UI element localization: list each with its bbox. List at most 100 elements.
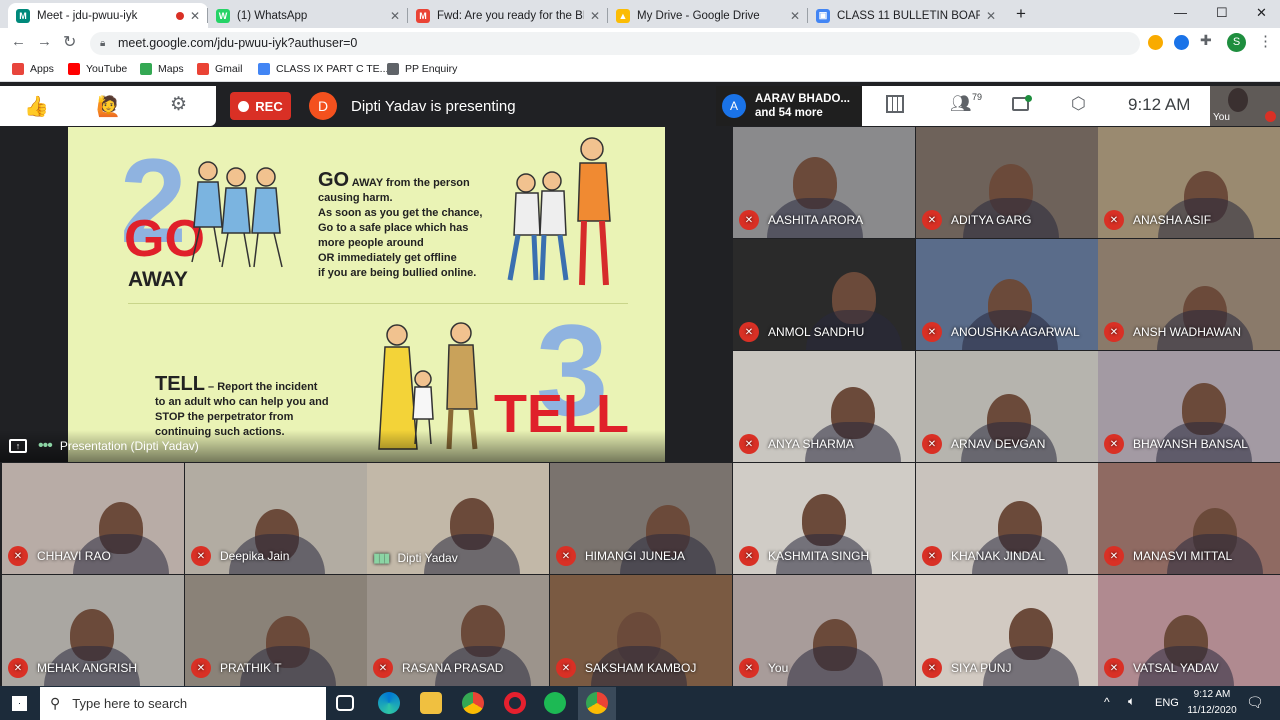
- tab-close-icon[interactable]: ✕: [390, 9, 400, 23]
- presenter-avatar: D: [309, 92, 337, 120]
- participant-name: VATSAL YADAV: [1133, 661, 1219, 675]
- bookmark-item[interactable]: CLASS IX PART C TE...: [258, 63, 388, 75]
- people-icon[interactable]: 👥︎: [950, 94, 972, 114]
- participant-tile[interactable]: ✕ PRATHIK T: [185, 575, 367, 686]
- lock-icon: 🔒︎: [100, 38, 106, 49]
- volume-icon[interactable]: 🔈︎: [1128, 694, 1135, 709]
- present-screen-icon[interactable]: ↑: [9, 439, 27, 453]
- profile-avatar[interactable]: S: [1227, 33, 1246, 52]
- taskbar-search[interactable]: ⚲ Type here to search: [40, 687, 326, 720]
- participant-tile[interactable]: ✕ You: [733, 575, 915, 686]
- participant-tile[interactable]: ▮▮▮ Dipti Yadav: [367, 463, 549, 574]
- participant-tile[interactable]: ✕ CHHAVI RAO: [2, 463, 184, 574]
- participant-tile[interactable]: ✕ SAKSHAM KAMBOJ: [550, 575, 732, 686]
- presentation-label: Presentation (Dipti Yadav): [59, 439, 199, 453]
- file-explorer-icon[interactable]: [420, 692, 442, 714]
- tab-separator: [607, 8, 608, 23]
- account-extension-icon[interactable]: [1174, 35, 1189, 50]
- self-view-tile[interactable]: You: [1210, 86, 1280, 126]
- tab[interactable]: ▣ CLASS 11 BULLETIN BOARD 11 A ✕: [808, 3, 1004, 28]
- record-dot-icon: [238, 100, 250, 112]
- participant-tile[interactable]: ✕ AASHITA ARORA: [733, 127, 915, 238]
- tab[interactable]: M Fwd: Are you ready for the BIGGE ✕: [408, 3, 608, 28]
- minimize-button[interactable]: —: [1174, 5, 1187, 20]
- tab-separator: [207, 8, 208, 23]
- participant-tile[interactable]: ✕ SIYA PUNJ: [916, 575, 1098, 686]
- participant-tile[interactable]: ✕ MEHAK ANGRISH: [2, 575, 184, 686]
- back-icon[interactable]: ←: [11, 33, 26, 50]
- participant-tile[interactable]: ✕ ANASHA ASIF: [1098, 127, 1280, 238]
- pinned-more: and 54 more: [755, 107, 823, 119]
- maximize-button[interactable]: ☐: [1216, 5, 1228, 21]
- step2-line: if you are being bullied online.: [318, 267, 477, 279]
- new-tab-button[interactable]: +: [1016, 4, 1026, 24]
- address-bar[interactable]: 🔒︎ meet.google.com/jdu-pwuu-iyk?authuser…: [90, 32, 1140, 55]
- participant-tile[interactable]: ✕ VATSAL YADAV: [1098, 575, 1280, 686]
- windows-start-icon[interactable]: [12, 696, 27, 711]
- participant-tile[interactable]: ✕ ANYA SHARMA: [733, 351, 915, 462]
- participant-tile[interactable]: ✕ RASANA PRASAD: [367, 575, 549, 686]
- mic-off-icon: ✕: [922, 322, 942, 342]
- participant-tile[interactable]: ✕ KHANAK JINDAL: [916, 463, 1098, 574]
- raise-hand-icon[interactable]: 🙋: [96, 94, 121, 119]
- tab-close-icon[interactable]: ✕: [190, 9, 200, 23]
- tab[interactable]: M Meet - jdu-pwuu-iyk ✕: [8, 3, 208, 28]
- participant-tile[interactable]: ✕ ANSH WADHAWAN: [1098, 239, 1280, 350]
- tab-close-icon[interactable]: ✕: [790, 9, 800, 23]
- opera-icon[interactable]: [504, 692, 526, 714]
- tab[interactable]: ▲ My Drive - Google Drive ✕: [608, 3, 808, 28]
- language-indicator[interactable]: ENG: [1155, 697, 1179, 709]
- participant-tile[interactable]: ✕ HIMANGI JUNEJA: [550, 463, 732, 574]
- edge-icon[interactable]: [378, 692, 400, 714]
- participant-name-tag: ✕ ANSH WADHAWAN: [1104, 322, 1241, 342]
- participant-name: PRATHIK T: [220, 661, 282, 675]
- participant-name-tag: ✕ MEHAK ANGRISH: [8, 658, 137, 678]
- menu-icon[interactable]: ⋮: [1258, 32, 1273, 50]
- bookmark-label: Gmail: [215, 63, 243, 75]
- reload-icon[interactable]: ↻: [63, 32, 76, 52]
- notifications-icon[interactable]: 🗨︎: [1246, 694, 1264, 711]
- puzzle-icon[interactable]: ✚: [1200, 32, 1212, 49]
- bookmark-item[interactable]: Maps: [140, 63, 184, 75]
- thumbs-up-icon[interactable]: 👍: [24, 94, 49, 119]
- participant-name-tag: ✕ CHHAVI RAO: [8, 546, 111, 566]
- tab[interactable]: W (1) WhatsApp ✕: [208, 3, 408, 28]
- participant-tile[interactable]: ✕ ARNAV DEVGAN: [916, 351, 1098, 462]
- bookmark-item[interactable]: Gmail: [197, 63, 242, 75]
- participant-tile[interactable]: ✕ ADITYA GARG: [916, 127, 1098, 238]
- extension-icon[interactable]: [1148, 35, 1163, 50]
- participant-tile[interactable]: ✕ KASHMITA SINGH: [733, 463, 915, 574]
- tab-close-icon[interactable]: ✕: [590, 9, 600, 23]
- participant-name: BHAVANSH BANSAL: [1133, 437, 1248, 451]
- participant-tile[interactable]: ✕ Deepika Jain: [185, 463, 367, 574]
- bookmark-item[interactable]: Apps: [12, 63, 54, 75]
- chevron-up-icon[interactable]: ^: [1104, 695, 1110, 709]
- chrome-profile-icon[interactable]: [586, 692, 608, 714]
- bookmark-item[interactable]: PP Enquiry: [387, 63, 457, 75]
- step2-lead: GO: [318, 169, 350, 191]
- pinned-participant[interactable]: A AARAV BHADO... and 54 more: [716, 86, 862, 126]
- participant-name: You: [768, 661, 789, 675]
- participant-name: Deepika Jain: [220, 549, 290, 563]
- forward-icon[interactable]: →: [37, 33, 52, 50]
- settings-icon[interactable]: ⚙: [170, 93, 187, 116]
- bookmark-item[interactable]: YouTube: [68, 63, 127, 75]
- participant-name: ARNAV DEVGAN: [951, 437, 1046, 451]
- mic-off-icon: ✕: [739, 210, 759, 230]
- participant-tile[interactable]: ✕ BHAVANSH BANSAL: [1098, 351, 1280, 462]
- activities-icon[interactable]: ⬡: [1071, 94, 1086, 114]
- close-window-button[interactable]: ✕: [1256, 5, 1267, 21]
- recording-badge[interactable]: REC: [230, 92, 291, 120]
- task-view-icon[interactable]: [336, 695, 354, 711]
- layout-grid-icon[interactable]: [886, 95, 904, 113]
- participant-tile[interactable]: ✕ ANMOL SANDHU: [733, 239, 915, 350]
- spotify-icon[interactable]: [544, 692, 566, 714]
- participant-tile[interactable]: ✕ ANOUSHKA AGARWAL: [916, 239, 1098, 350]
- participant-name: AASHITA ARORA: [768, 213, 864, 227]
- chrome-icon[interactable]: [462, 692, 484, 714]
- tab-close-icon[interactable]: ✕: [986, 9, 996, 23]
- participant-tile[interactable]: ✕ MANASVI MITTAL: [1098, 463, 1280, 574]
- participant-name: ANYA SHARMA: [768, 437, 854, 451]
- participant-name: HIMANGI JUNEJA: [585, 549, 686, 563]
- bookmark-icon: [68, 63, 80, 75]
